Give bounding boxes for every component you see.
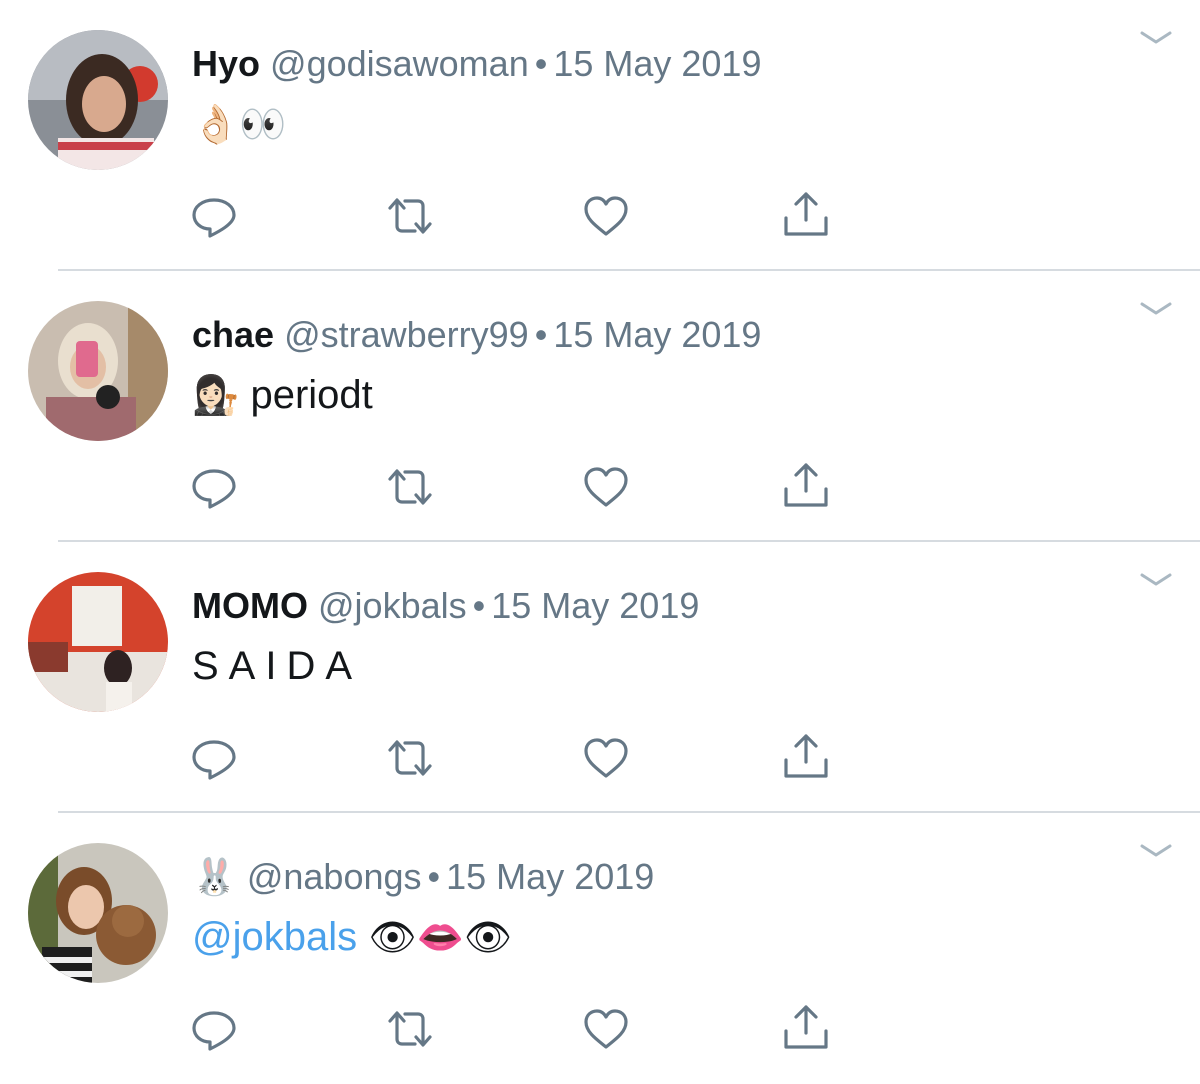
tweet-emoji: 👁👄👁 [368,917,513,959]
retweet-button[interactable] [382,730,438,786]
avatar[interactable] [28,30,168,170]
separator: • [534,314,548,355]
display-name[interactable]: chae [192,314,274,355]
like-button[interactable] [578,188,634,244]
share-icon [784,463,828,507]
tweet-header: chae @strawberry99 • 15 May 2019 [192,313,761,357]
username[interactable]: @nabongs [247,856,422,897]
heart-icon [584,738,628,778]
heart-icon [584,1009,628,1049]
tweet: MOMO @jokbals • 15 May 2019 SAIDA [0,542,1200,813]
separator: • [472,585,486,626]
display-name[interactable]: MOMO [192,585,308,626]
separator: • [427,856,441,897]
avatar[interactable] [28,572,168,712]
heart-icon [584,196,628,236]
tweet-body: periodt [250,373,373,417]
tweet-text: 👌🏻👀 [192,96,287,152]
timestamp[interactable]: 15 May 2019 [446,856,654,897]
like-button[interactable] [578,730,634,786]
tweet: Hyo @godisawoman • 15 May 2019 👌🏻👀 [0,0,1200,271]
retweet-button[interactable] [382,1001,438,1057]
reply-icon [192,1011,236,1051]
tweet-header: 🐰 @nabongs • 15 May 2019 [192,855,654,899]
mention-link[interactable]: @jokbals [192,915,357,959]
reply-button[interactable] [186,1001,242,1057]
share-button[interactable] [778,459,834,515]
retweet-icon [388,198,432,234]
tweet-text: @jokbals 👁👄👁 [192,909,512,965]
chevron-down-icon[interactable] [1138,841,1174,861]
retweet-button[interactable] [382,459,438,515]
tweet-text: 👩🏻‍⚖️ periodt [192,367,373,423]
avatar[interactable] [28,301,168,441]
username[interactable]: @godisawoman [270,43,529,84]
separator: • [534,43,548,84]
reply-button[interactable] [186,188,242,244]
display-name[interactable]: 🐰 [192,856,237,897]
tweet: 🐰 @nabongs • 15 May 2019 @jokbals 👁👄👁 [0,813,1200,1084]
username[interactable]: @strawberry99 [284,314,529,355]
timestamp[interactable]: 15 May 2019 [491,585,699,626]
chevron-down-icon[interactable] [1138,570,1174,590]
retweet-icon [388,1011,432,1047]
reply-button[interactable] [186,730,242,786]
tweet: chae @strawberry99 • 15 May 2019 👩🏻‍⚖️ per… [0,271,1200,542]
display-name[interactable]: Hyo [192,43,260,84]
like-button[interactable] [578,1001,634,1057]
tweet-header: Hyo @godisawoman • 15 May 2019 [192,42,761,86]
reply-icon [192,740,236,780]
share-icon [784,192,828,236]
tweet-header: MOMO @jokbals • 15 May 2019 [192,584,699,628]
tweet-emoji: 👌🏻👀 [192,104,287,146]
timestamp[interactable]: 15 May 2019 [553,314,761,355]
timestamp[interactable]: 15 May 2019 [553,43,761,84]
reply-button[interactable] [186,459,242,515]
username[interactable]: @jokbals [318,585,467,626]
tweet-text: SAIDA [192,644,363,688]
retweet-button[interactable] [382,188,438,244]
share-button[interactable] [778,730,834,786]
chevron-down-icon[interactable] [1138,299,1174,319]
share-icon [784,734,828,778]
reply-icon [192,198,236,238]
retweet-icon [388,740,432,776]
tweet-emoji: 👩🏻‍⚖️ [192,375,240,417]
retweet-icon [388,469,432,505]
like-button[interactable] [578,459,634,515]
share-button[interactable] [778,188,834,244]
share-button[interactable] [778,1001,834,1057]
avatar[interactable] [28,843,168,983]
reply-icon [192,469,236,509]
chevron-down-icon[interactable] [1138,28,1174,48]
heart-icon [584,467,628,507]
share-icon [784,1005,828,1049]
